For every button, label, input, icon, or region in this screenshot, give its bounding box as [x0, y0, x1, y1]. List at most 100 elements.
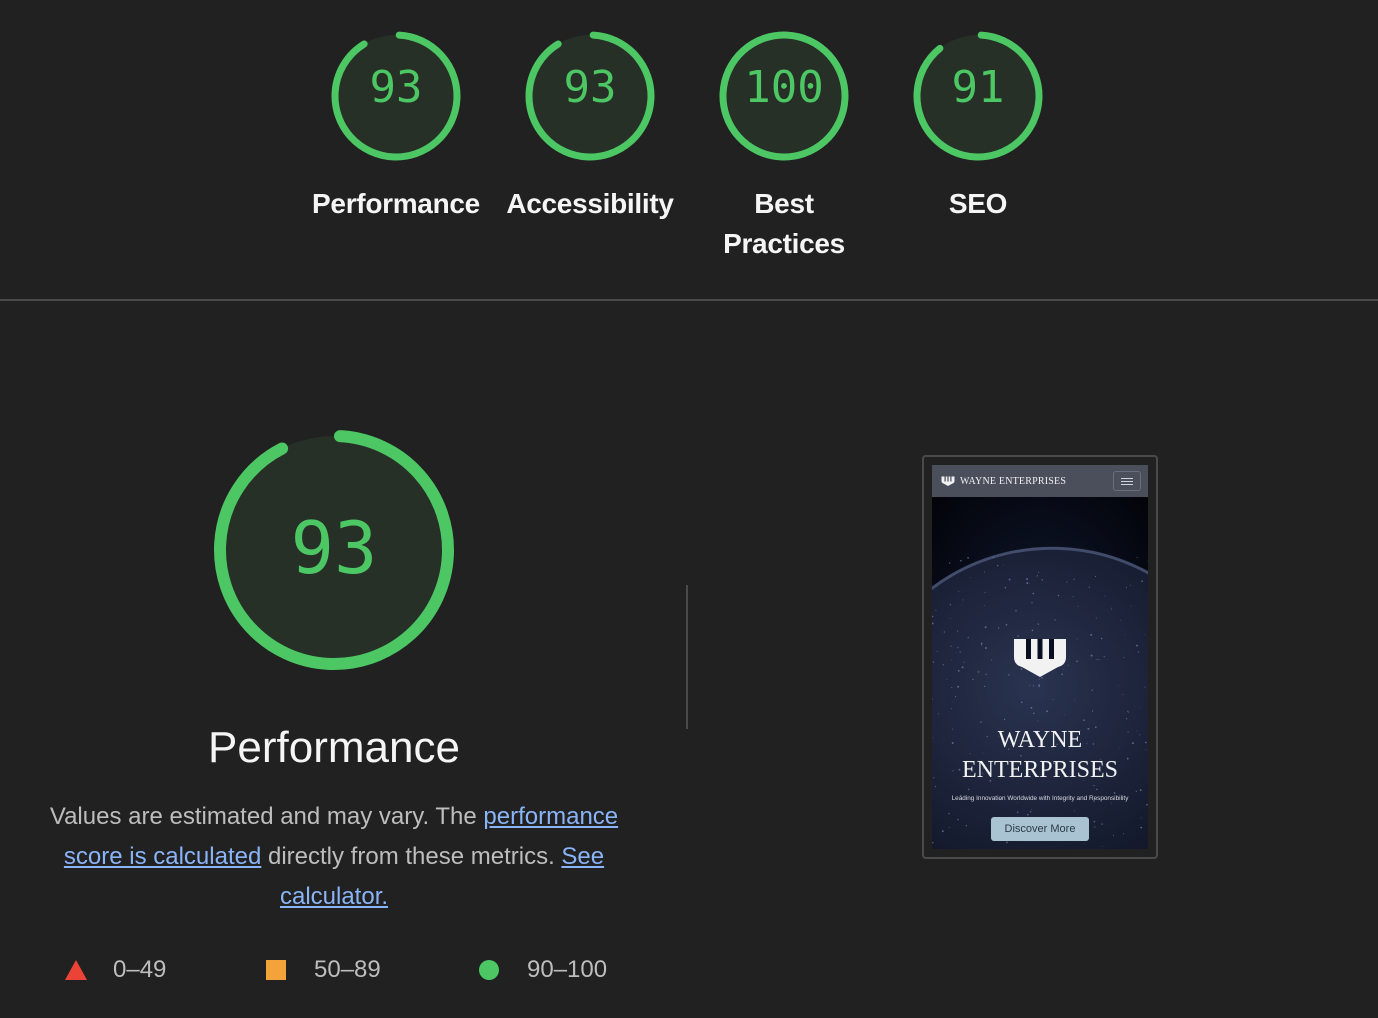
- star-dot: [984, 592, 986, 594]
- star-dot: [957, 685, 960, 688]
- desc-text: directly from these metrics.: [261, 843, 562, 870]
- star-dot: [937, 713, 939, 715]
- star-dot: [967, 557, 969, 559]
- star-dot: [1126, 718, 1128, 720]
- star-dot: [984, 647, 987, 649]
- star-dot: [1035, 576, 1037, 577]
- legend-range: 50–89: [314, 956, 381, 983]
- star-dot: [961, 666, 964, 669]
- legend-pass: 90–100: [479, 950, 607, 990]
- star-dot: [1076, 638, 1078, 640]
- star-dot: [1077, 605, 1079, 607]
- star-dot: [949, 562, 951, 564]
- star-dot: [941, 830, 944, 833]
- star-dot: [1091, 710, 1094, 712]
- star-dot: [1123, 657, 1125, 659]
- star-dot: [977, 671, 980, 673]
- star-dot: [1104, 595, 1106, 597]
- gauge-label: Performance: [312, 188, 480, 219]
- hamburger-icon: [1113, 471, 1141, 491]
- star-dot: [1026, 578, 1029, 580]
- star-dot: [942, 664, 944, 666]
- vertical-divider: [686, 585, 688, 729]
- star-dot: [1100, 637, 1103, 640]
- star-dot: [957, 670, 960, 672]
- star-dot: [949, 576, 951, 578]
- wayne-logo-icon: [1014, 639, 1066, 677]
- star-dot: [950, 645, 952, 647]
- desc-text: Values are estimated and may vary. The: [49, 803, 484, 830]
- star-dot: [1064, 714, 1066, 716]
- gauge-score: 93: [563, 62, 617, 113]
- star-dot: [960, 559, 962, 562]
- star-dot: [1141, 580, 1143, 583]
- star-dot: [1021, 701, 1023, 704]
- star-dot: [943, 631, 945, 633]
- star-dot: [1120, 619, 1122, 621]
- star-dot: [1096, 658, 1098, 661]
- star-dot: [957, 630, 959, 632]
- star-dot: [1054, 619, 1056, 621]
- star-dot: [1057, 594, 1060, 597]
- star-dot: [1084, 842, 1085, 844]
- star-dot: [957, 818, 959, 821]
- hero-title-line2: ENTERPRISES: [961, 757, 1119, 783]
- nav-brand: WAYNE ENTERPRISES: [960, 475, 1067, 487]
- hero-title-line1: WAYNE: [997, 727, 1083, 753]
- star-dot: [1090, 654, 1093, 657]
- star-dot: [1098, 659, 1100, 661]
- star-dot: [1130, 605, 1132, 607]
- gauge-score: 93: [369, 62, 423, 113]
- star-dot: [1031, 602, 1033, 604]
- star-dot: [1144, 633, 1145, 635]
- star-dot: [1074, 810, 1076, 812]
- gauge-score: 100: [744, 62, 824, 113]
- star-dot: [1027, 813, 1029, 816]
- star-dot: [1125, 633, 1126, 635]
- star-dot: [948, 827, 950, 828]
- star-dot: [959, 651, 961, 653]
- star-dot: [950, 618, 951, 619]
- gauge-accessibility[interactable]: 93 Accessibility: [493, 30, 687, 224]
- star-dot: [996, 564, 999, 567]
- star-dot: [980, 642, 983, 645]
- star-dot: [1003, 718, 1006, 721]
- star-dot: [998, 627, 1000, 629]
- star-dot: [1093, 820, 1096, 823]
- final-screenshot[interactable]: WAYNE ENTERPRISES Leading Innovation Wor…: [922, 455, 1158, 859]
- star-dot: [1094, 826, 1096, 828]
- star-dot: [1090, 633, 1093, 636]
- gauge-best-practices[interactable]: 100 Best Practices: [687, 30, 881, 264]
- star-dot: [1083, 719, 1085, 722]
- star-dot: [1137, 651, 1139, 653]
- star-dot: [1111, 605, 1112, 607]
- star-dot: [1016, 811, 1019, 814]
- star-dot: [1008, 578, 1011, 581]
- wayne-logo-icon: [941, 476, 955, 486]
- star-dot: [1101, 823, 1103, 825]
- star-dot: [935, 609, 937, 611]
- star-dot: [1093, 784, 1095, 787]
- star-dot: [1113, 792, 1116, 794]
- star-dot: [1037, 720, 1039, 722]
- star-dot: [1088, 650, 1089, 651]
- star-dot: [1110, 608, 1112, 610]
- star-dot: [1038, 571, 1040, 573]
- star-dot: [1095, 617, 1097, 619]
- star-dot: [980, 721, 982, 723]
- hero-tagline: Leading Innovation Worldwide with Integr…: [951, 795, 1129, 802]
- star-dot: [1138, 706, 1140, 708]
- square-icon: [266, 960, 286, 980]
- star-dot: [980, 644, 982, 646]
- gauge-performance[interactable]: 93 Performance: [299, 30, 493, 224]
- star-dot: [1136, 556, 1138, 559]
- star-dot: [1004, 586, 1007, 589]
- star-dot: [1144, 686, 1146, 688]
- hero-section: WAYNE ENTERPRISES Leading Innovation Wor…: [932, 497, 1148, 849]
- star-dot: [949, 603, 952, 606]
- star-dot: [1026, 582, 1029, 585]
- legend-range: 0–49: [113, 956, 167, 983]
- star-dot: [932, 841, 934, 844]
- gauge-seo[interactable]: 91 SEO: [881, 30, 1075, 224]
- star-dot: [1101, 846, 1103, 847]
